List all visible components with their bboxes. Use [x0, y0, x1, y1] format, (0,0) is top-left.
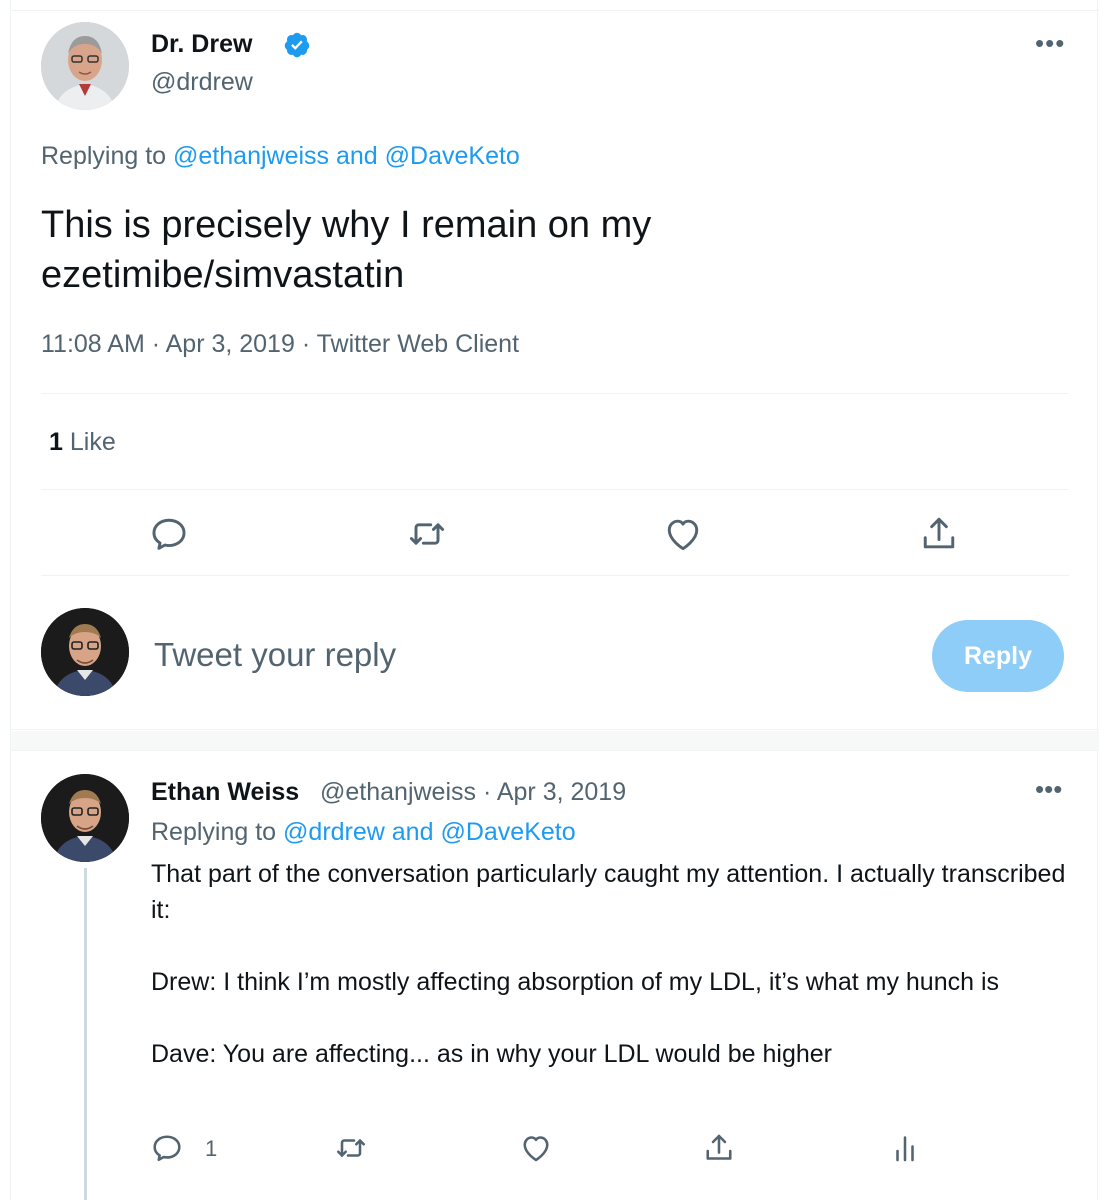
replying-prefix: Replying to — [41, 142, 167, 170]
tweet-paragraph: Drew: I think I’m mostly affecting absor… — [151, 968, 1000, 996]
divider — [41, 575, 1069, 576]
like-icon[interactable] — [518, 1130, 554, 1166]
avatar[interactable] — [41, 774, 129, 862]
like-icon[interactable] — [661, 512, 705, 556]
reply-button[interactable]: Reply — [932, 620, 1064, 692]
divider — [41, 393, 1069, 394]
tweet-thread: Dr. Drew @drdrew ••• Replying to @ethanj… — [10, 0, 1099, 1200]
divider — [11, 10, 1099, 11]
reply-icon[interactable] — [149, 1130, 185, 1166]
author-name[interactable]: Ethan Weiss — [151, 778, 299, 807]
tweet-text: That part of the conversation particular… — [151, 856, 1071, 1108]
tweet-paragraph: Dave: You are affecting... as in why you… — [151, 1040, 832, 1068]
replying-to: Replying to @ethanjweiss and @DaveKeto — [41, 142, 520, 171]
analytics-icon[interactable] — [887, 1130, 923, 1166]
like-count: 1 — [49, 428, 63, 456]
more-icon[interactable]: ••• — [1035, 774, 1062, 805]
replying-and: and — [391, 818, 434, 846]
reply-input[interactable] — [154, 636, 854, 674]
share-icon[interactable] — [917, 512, 961, 556]
likes-stat[interactable]: 1 Like — [49, 428, 116, 457]
replying-to: Replying to @drdrew and @DaveKeto — [151, 818, 576, 847]
mention-link[interactable]: @DaveKeto — [385, 142, 520, 170]
mention-link[interactable]: @DaveKeto — [440, 818, 575, 846]
avatar[interactable] — [41, 22, 129, 110]
retweet-icon[interactable] — [405, 512, 449, 556]
replying-and: and — [336, 142, 378, 170]
reply-icon[interactable] — [147, 512, 191, 556]
mention-link[interactable]: @ethanjweiss — [173, 142, 329, 170]
retweet-icon[interactable] — [333, 1130, 369, 1166]
avatar[interactable] — [41, 608, 129, 696]
main-tweet: Dr. Drew @drdrew ••• Replying to @ethanj… — [11, 0, 1099, 730]
tweet-text: This is precisely why I remain on my eze… — [41, 204, 652, 296]
like-label: Like — [69, 428, 116, 456]
author-handle[interactable]: @drdrew — [151, 68, 253, 97]
author-name[interactable]: Dr. Drew — [151, 30, 252, 59]
more-icon[interactable]: ••• — [1035, 28, 1065, 59]
section-gap — [11, 731, 1099, 751]
author-handle-date[interactable]: @ethanjweiss · Apr 3, 2019 — [320, 778, 626, 807]
tweet-meta[interactable]: 11:08 AM · Apr 3, 2019 · Twitter Web Cli… — [41, 330, 519, 359]
replying-prefix: Replying to — [151, 818, 277, 846]
thread-line — [84, 868, 87, 1200]
divider — [41, 489, 1069, 490]
share-icon[interactable] — [701, 1130, 737, 1166]
tweet-paragraph: That part of the conversation particular… — [151, 860, 1066, 924]
verified-badge-icon — [283, 31, 311, 59]
reply-count: 1 — [205, 1136, 218, 1161]
mention-link[interactable]: @drdrew — [283, 818, 385, 846]
